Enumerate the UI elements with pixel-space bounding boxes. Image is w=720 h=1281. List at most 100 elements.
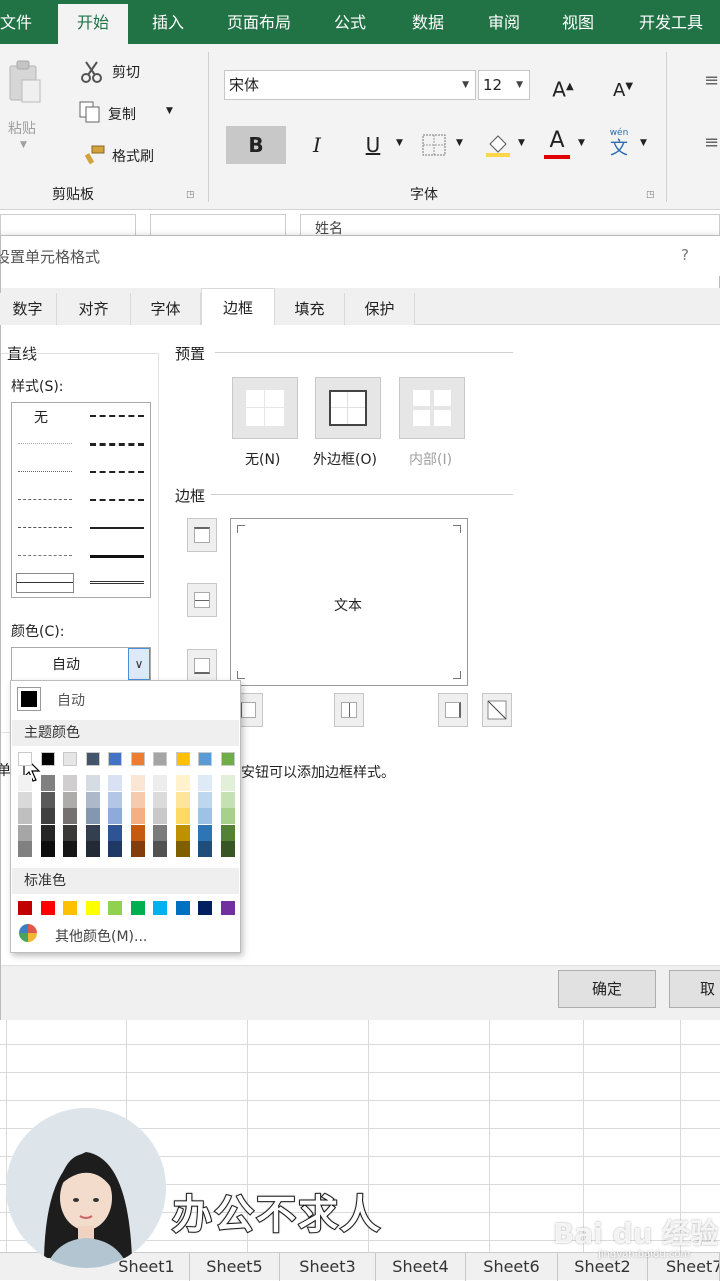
theme-shade-swatch[interactable] <box>108 808 122 824</box>
line-style-dashed[interactable] <box>18 555 72 556</box>
theme-shade-swatch[interactable] <box>108 824 122 841</box>
border-diagonal-button[interactable] <box>482 693 512 727</box>
theme-shade-swatch[interactable] <box>130 775 145 791</box>
theme-shade-swatch[interactable] <box>18 775 32 791</box>
border-center-button[interactable] <box>334 693 364 727</box>
preset-inside-button[interactable] <box>399 377 465 439</box>
font-size-combo[interactable]: 12 ▼ <box>478 70 530 100</box>
line-style-dash-dot[interactable] <box>18 527 72 528</box>
line-style-dotted[interactable] <box>18 471 72 472</box>
chevron-down-icon[interactable]: ∨ <box>128 648 150 680</box>
theme-shade-swatch[interactable] <box>108 841 122 857</box>
grow-font-button[interactable]: A▲ <box>548 68 578 106</box>
border-preview[interactable]: 文本 <box>230 518 468 686</box>
theme-color-swatch[interactable] <box>175 752 190 766</box>
line-style-dash-dot-dot[interactable] <box>18 499 72 500</box>
tab-developer[interactable]: 开发工具 <box>628 0 714 44</box>
theme-shade-swatch[interactable] <box>40 808 55 824</box>
standard-color-swatch[interactable] <box>130 901 145 915</box>
ok-button[interactable]: 确定 <box>558 970 656 1008</box>
theme-shade-swatch[interactable] <box>40 791 55 808</box>
theme-shade-swatch[interactable] <box>40 841 55 857</box>
tab-formulas[interactable]: 公式 <box>318 0 382 44</box>
standard-color-swatch[interactable] <box>198 901 212 915</box>
tab-data[interactable]: 数据 <box>396 0 460 44</box>
tab-insert[interactable]: 插入 <box>136 0 200 44</box>
theme-color-swatch[interactable] <box>198 752 212 766</box>
theme-shade-swatch[interactable] <box>63 791 77 808</box>
border-bottom-button[interactable] <box>187 649 217 683</box>
theme-shade-swatch[interactable] <box>63 808 77 824</box>
bold-button[interactable]: B <box>226 126 286 164</box>
theme-color-swatch[interactable] <box>108 752 122 766</box>
theme-shade-swatch[interactable] <box>175 775 190 791</box>
underline-button[interactable]: U <box>356 126 390 164</box>
theme-color-swatch[interactable] <box>63 752 77 766</box>
borders-icon[interactable] <box>422 134 446 156</box>
more-colors-option[interactable]: 其他颜色(M)... <box>55 926 147 946</box>
formula-input[interactable]: 姓名 <box>300 214 720 236</box>
theme-shade-swatch[interactable] <box>85 775 100 791</box>
tab-page-layout[interactable]: 页面布局 <box>216 0 302 44</box>
theme-shade-swatch[interactable] <box>108 791 122 808</box>
theme-shade-swatch[interactable] <box>40 775 55 791</box>
theme-color-swatch[interactable] <box>130 752 145 766</box>
chevron-down-icon[interactable]: ▼ <box>518 138 525 148</box>
theme-shade-swatch[interactable] <box>18 791 32 808</box>
line-style-medium-dash-dot-dot[interactable] <box>90 415 144 417</box>
preset-none-button[interactable] <box>232 377 298 439</box>
paste-label[interactable]: 粘贴 <box>8 118 36 138</box>
cancel-button[interactable]: 取消 <box>669 970 720 1008</box>
theme-shade-swatch[interactable] <box>220 791 235 808</box>
theme-color-swatch[interactable] <box>18 752 32 766</box>
theme-shade-swatch[interactable] <box>85 841 100 857</box>
line-style-slant-dash-dot[interactable] <box>90 443 144 446</box>
chevron-down-icon[interactable]: ▼ <box>640 138 647 148</box>
paste-dropdown-icon[interactable]: ▼ <box>20 140 27 150</box>
theme-shade-swatch[interactable] <box>18 824 32 841</box>
theme-shade-swatch[interactable] <box>130 841 145 857</box>
chevron-down-icon[interactable]: ▼ <box>396 138 403 148</box>
standard-color-swatch[interactable] <box>18 901 32 915</box>
theme-color-swatch[interactable] <box>40 752 55 766</box>
theme-shade-swatch[interactable] <box>220 841 235 857</box>
line-style-medium[interactable] <box>90 527 144 529</box>
format-painter-button[interactable]: 格式刷 <box>112 146 154 166</box>
automatic-color-swatch[interactable] <box>17 687 41 711</box>
theme-shade-swatch[interactable] <box>220 824 235 841</box>
line-style-hair[interactable] <box>18 443 72 444</box>
phonetic-button[interactable]: wén 文 <box>604 128 634 162</box>
align-icon[interactable]: ≡ <box>704 70 719 91</box>
line-style-thick[interactable] <box>90 555 144 558</box>
tab-protection[interactable]: 保护 <box>345 293 415 325</box>
theme-shade-swatch[interactable] <box>153 775 167 791</box>
standard-color-swatch[interactable] <box>40 901 55 915</box>
tab-number[interactable]: 数字 <box>0 293 57 325</box>
tab-font[interactable]: 字体 <box>131 293 201 325</box>
tab-view[interactable]: 视图 <box>546 0 610 44</box>
font-name-combo[interactable]: 宋体 ▼ <box>224 70 476 100</box>
theme-shade-swatch[interactable] <box>175 824 190 841</box>
theme-shade-swatch[interactable] <box>198 775 212 791</box>
theme-shade-swatch[interactable] <box>153 841 167 857</box>
tab-file[interactable]: 文件 <box>0 0 36 44</box>
line-style-medium-dashed[interactable] <box>90 499 144 501</box>
theme-shade-swatch[interactable] <box>85 808 100 824</box>
border-right-button[interactable] <box>438 693 468 727</box>
chevron-down-icon[interactable]: ▼ <box>456 138 463 148</box>
theme-color-swatch[interactable] <box>220 752 235 766</box>
name-box[interactable] <box>0 214 136 236</box>
clipboard-launcher-icon[interactable]: ◳ <box>186 190 195 200</box>
standard-color-swatch[interactable] <box>153 901 167 915</box>
chevron-down-icon[interactable]: ▼ <box>578 138 585 148</box>
line-style-medium-dash-dot[interactable] <box>90 471 144 473</box>
line-style-double[interactable] <box>90 581 144 585</box>
theme-shade-swatch[interactable] <box>63 824 77 841</box>
theme-shade-swatch[interactable] <box>198 824 212 841</box>
theme-shade-swatch[interactable] <box>220 775 235 791</box>
line-style-list[interactable]: 无 <box>11 402 151 598</box>
theme-shade-swatch[interactable] <box>153 824 167 841</box>
theme-shade-swatch[interactable] <box>63 841 77 857</box>
theme-shade-swatch[interactable] <box>18 808 32 824</box>
align-icon[interactable]: ≡ <box>704 132 719 153</box>
